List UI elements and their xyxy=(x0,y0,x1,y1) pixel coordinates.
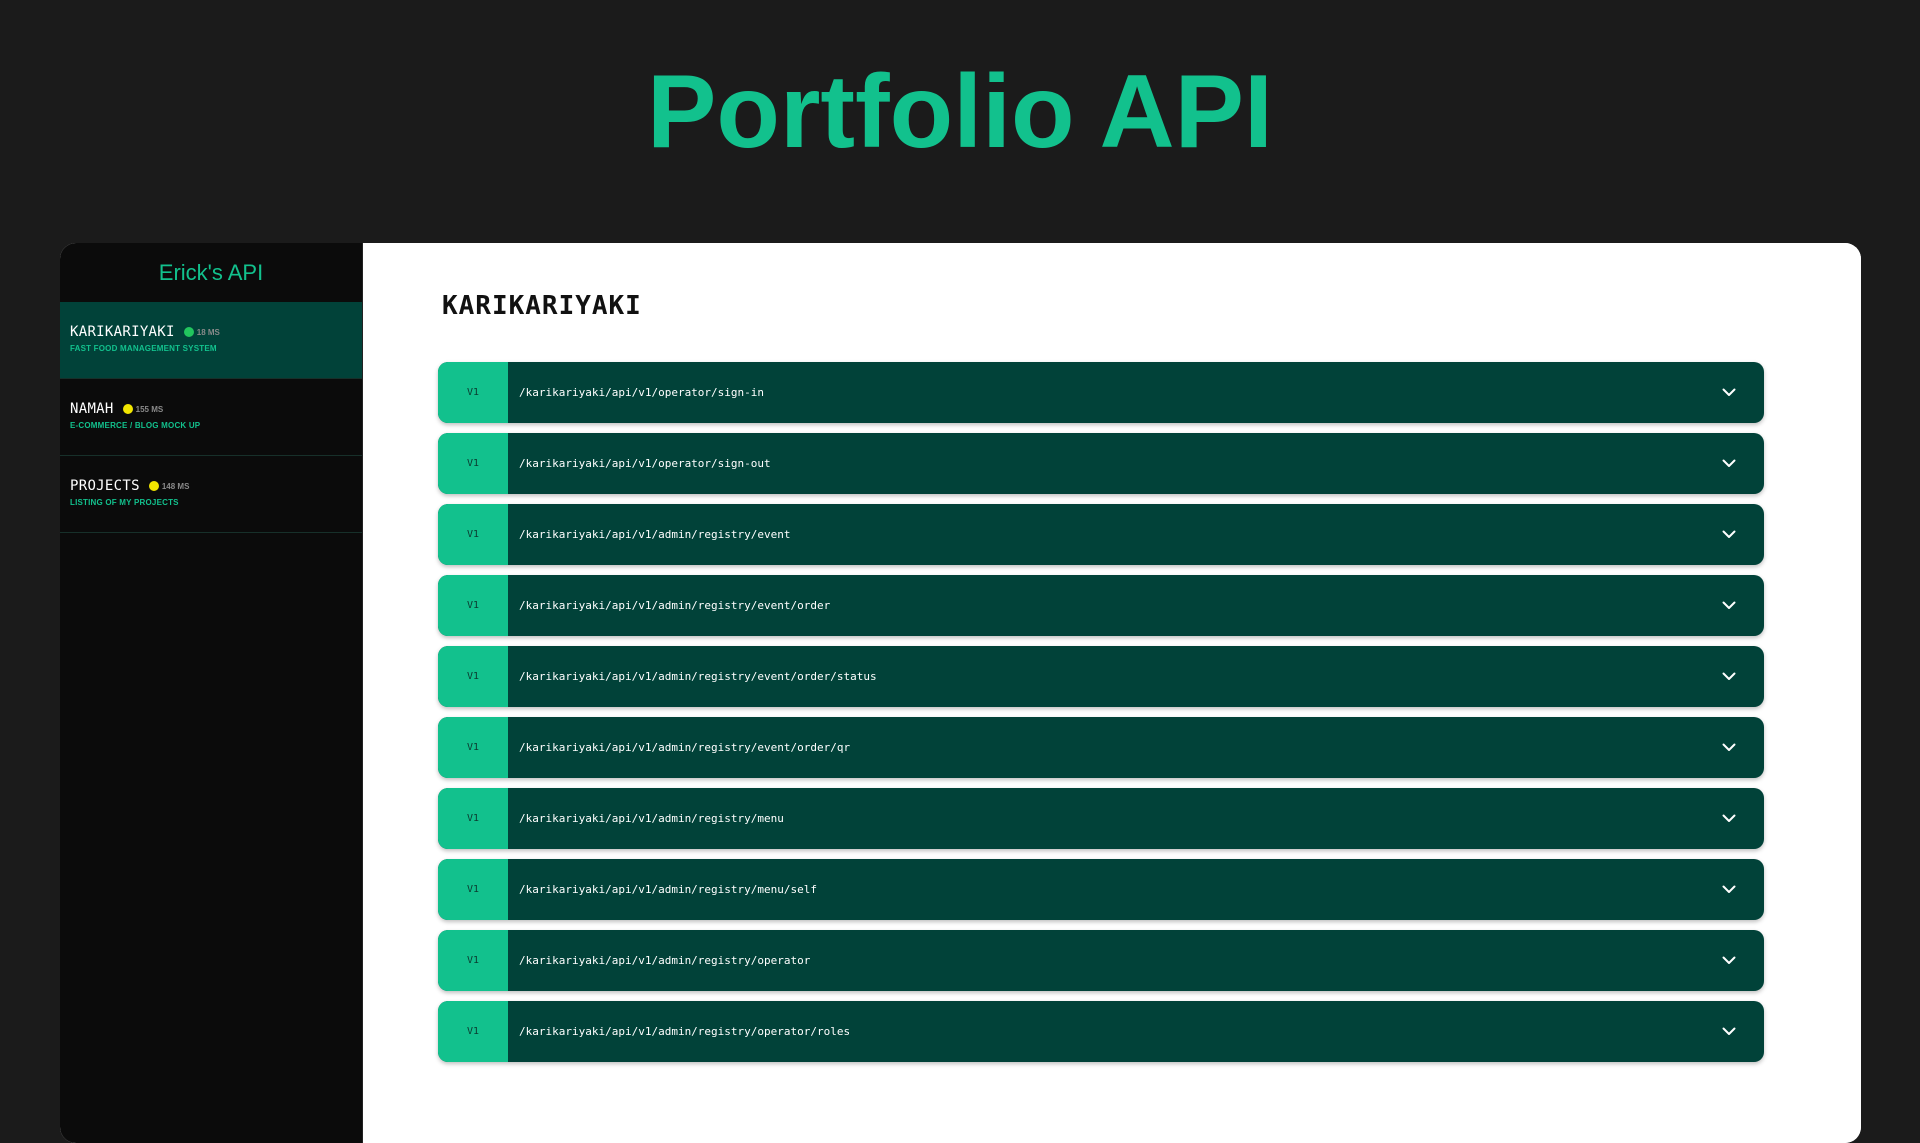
version-badge: V1 xyxy=(438,930,508,991)
sidebar-item-subtitle: LISTING OF MY PROJECTS xyxy=(70,498,179,507)
sidebar-item-header: KARIKARIYAKI 18 MS xyxy=(70,324,362,340)
endpoint-list: V1/karikariyaki/api/v1/operator/sign-in V… xyxy=(438,362,1764,1062)
sidebar-item-label: NAMAH xyxy=(70,401,114,417)
sidebar-item-label: PROJECTS xyxy=(70,478,140,494)
version-badge: V1 xyxy=(438,362,508,423)
sidebar-title: Erick's API xyxy=(158,259,264,285)
latency-badge: 155 MS xyxy=(135,404,164,414)
endpoint-path: /karikariyaki/api/v1/admin/registry/oper… xyxy=(519,1025,851,1038)
version-badge: V1 xyxy=(438,504,508,565)
status-dot-icon xyxy=(148,481,159,491)
sidebar-item-header: NAMAH 155 MS xyxy=(70,401,362,417)
version-badge: V1 xyxy=(438,859,508,920)
endpoint-row[interactable]: V1/karikariyaki/api/v1/admin/registry/ev… xyxy=(438,646,1764,707)
endpoint-path: /karikariyaki/api/v1/admin/registry/oper… xyxy=(519,954,811,967)
endpoint-row[interactable]: V1/karikariyaki/api/v1/operator/sign-in xyxy=(438,362,1764,423)
latency-badge: 18 MS xyxy=(196,327,220,337)
version-badge: V1 xyxy=(438,575,508,636)
endpoint-path: /karikariyaki/api/v1/operator/sign-in xyxy=(519,386,765,399)
version-badge: V1 xyxy=(438,788,508,849)
endpoint-row[interactable]: V1/karikariyaki/api/v1/operator/sign-out xyxy=(438,433,1764,494)
latency-badge: 148 MS xyxy=(161,481,190,491)
endpoint-row[interactable]: V1/karikariyaki/api/v1/admin/registry/me… xyxy=(438,859,1764,920)
version-badge: V1 xyxy=(438,1001,508,1062)
chevron-down-icon[interactable] xyxy=(1694,717,1764,778)
endpoint-path: /karikariyaki/api/v1/admin/registry/even… xyxy=(519,528,791,541)
endpoint-path: /karikariyaki/api/v1/admin/registry/even… xyxy=(519,599,831,612)
main-content: KARIKARIYAKI V1/karikariyaki/api/v1/oper… xyxy=(363,243,1861,1143)
endpoint-path: /karikariyaki/api/v1/operator/sign-out xyxy=(519,457,771,470)
endpoint-row[interactable]: V1/karikariyaki/api/v1/admin/registry/op… xyxy=(438,930,1764,991)
sidebar-item-namah[interactable]: NAMAH 155 MS E-COMMERCE / BLOG MOCK UP xyxy=(60,379,362,456)
chevron-down-icon[interactable] xyxy=(1694,575,1764,636)
section-title: KARIKARIYAKI xyxy=(442,291,642,321)
chevron-down-icon[interactable] xyxy=(1694,504,1764,565)
status-dot-icon xyxy=(122,404,133,414)
api-docs-window: Erick's API KARIKARIYAKI 18 MS FAST FOOD… xyxy=(60,243,1861,1143)
status-dot-icon xyxy=(183,327,194,337)
endpoint-path: /karikariyaki/api/v1/admin/registry/even… xyxy=(519,670,877,683)
sidebar-item-karikariyaki[interactable]: KARIKARIYAKI 18 MS FAST FOOD MANAGEMENT … xyxy=(60,302,362,379)
endpoint-row[interactable]: V1/karikariyaki/api/v1/admin/registry/me… xyxy=(438,788,1764,849)
endpoint-row[interactable]: V1/karikariyaki/api/v1/admin/registry/ev… xyxy=(438,575,1764,636)
version-badge: V1 xyxy=(438,717,508,778)
endpoint-row[interactable]: V1/karikariyaki/api/v1/admin/registry/op… xyxy=(438,1001,1764,1062)
version-badge: V1 xyxy=(438,433,508,494)
chevron-down-icon[interactable] xyxy=(1694,362,1764,423)
endpoint-path: /karikariyaki/api/v1/admin/registry/menu… xyxy=(519,883,818,896)
endpoint-row[interactable]: V1/karikariyaki/api/v1/admin/registry/ev… xyxy=(438,717,1764,778)
chevron-down-icon[interactable] xyxy=(1694,433,1764,494)
endpoint-row[interactable]: V1/karikariyaki/api/v1/admin/registry/ev… xyxy=(438,504,1764,565)
chevron-down-icon[interactable] xyxy=(1694,1001,1764,1062)
chevron-down-icon[interactable] xyxy=(1694,930,1764,991)
sidebar: Erick's API KARIKARIYAKI 18 MS FAST FOOD… xyxy=(60,243,363,1143)
chevron-down-icon[interactable] xyxy=(1694,788,1764,849)
page-title: Portfolio API xyxy=(647,54,1273,170)
sidebar-item-header: PROJECTS 148 MS xyxy=(70,478,362,494)
sidebar-item-subtitle: E-COMMERCE / BLOG MOCK UP xyxy=(70,421,201,430)
version-badge: V1 xyxy=(438,646,508,707)
endpoint-path: /karikariyaki/api/v1/admin/registry/menu xyxy=(519,812,784,825)
chevron-down-icon[interactable] xyxy=(1694,646,1764,707)
chevron-down-icon[interactable] xyxy=(1694,859,1764,920)
endpoint-path: /karikariyaki/api/v1/admin/registry/even… xyxy=(519,741,851,754)
sidebar-item-label: KARIKARIYAKI xyxy=(70,324,175,340)
sidebar-item-subtitle: FAST FOOD MANAGEMENT SYSTEM xyxy=(70,344,217,353)
sidebar-item-projects[interactable]: PROJECTS 148 MS LISTING OF MY PROJECTS xyxy=(60,456,362,533)
